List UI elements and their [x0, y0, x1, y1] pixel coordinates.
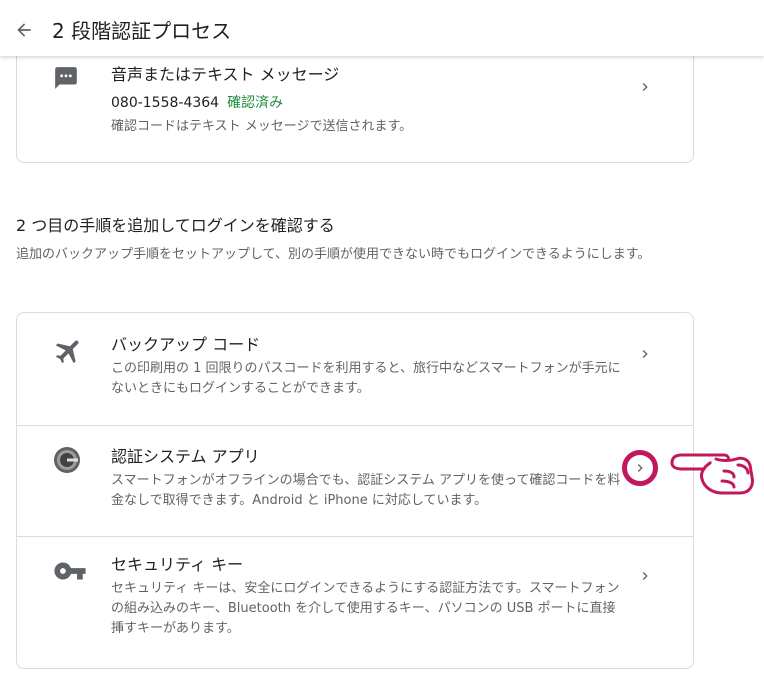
page-title: 2 段階認証プロセス	[52, 19, 232, 43]
phone-number: 080-1558-4364	[111, 95, 220, 111]
chevron-right-icon	[637, 464, 643, 472]
top-app-bar: 2 段階認証プロセス	[0, 0, 764, 56]
method-description: 確認コードはテキスト メッセージで送信されます。	[111, 119, 413, 134]
option-title: セキュリティ キー	[111, 555, 244, 574]
verified-status: 確認済み	[227, 95, 284, 111]
arrow-back-icon[interactable]	[14, 20, 34, 40]
option-title: 認証システム アプリ	[111, 447, 260, 466]
sms-method-row[interactable]: 音声またはテキスト メッセージ 080-1558-4364 確認済み 確認コードは…	[17, 41, 693, 162]
key-icon	[54, 562, 86, 580]
section-description: 追加のバックアップ手順をセットアップして、別の手順が使用できない時でもログインで…	[16, 247, 651, 262]
highlighted-chevron-button[interactable]	[622, 450, 658, 486]
current-method-card: 音声またはテキスト メッセージ 080-1558-4364 確認済み 確認コードは…	[16, 40, 694, 163]
method-title: 音声またはテキスト メッセージ	[111, 65, 340, 84]
second-step-options-card: バックアップ コード この印刷用の 1 回限りのパスコードを利用すると、旅行中な…	[16, 312, 694, 669]
authenticator-app-row[interactable]: 認証システム アプリ スマートフォンがオフラインの場合でも、認証システム アプリ…	[17, 426, 693, 536]
phone-line: 080-1558-4364 確認済み	[111, 92, 283, 112]
security-key-row[interactable]: セキュリティ キー セキュリティ キーは、安全にログインできるようにする認証方法…	[17, 537, 693, 668]
option-description: この印刷用の 1 回限りのパスコードを利用すると、旅行中などスマートフォンが手元…	[111, 361, 621, 396]
sms-icon	[55, 67, 77, 89]
backup-codes-row[interactable]: バックアップ コード この印刷用の 1 回限りのパスコードを利用すると、旅行中な…	[17, 313, 693, 425]
chevron-right-icon	[642, 572, 648, 580]
option-title: バックアップ コード	[111, 335, 261, 354]
pointing-hand-icon	[670, 453, 754, 495]
option-description: スマートフォンがオフラインの場合でも、認証システム アプリを使って確認コードを料…	[111, 473, 621, 508]
option-description: セキュリティ キーは、安全にログインできるようにする認証方法です。スマートフォン…	[111, 581, 620, 636]
airplane-icon	[55, 340, 79, 364]
section-title: 2 つ目の手順を追加してログインを確認する	[16, 216, 335, 235]
google-authenticator-icon	[54, 447, 80, 473]
chevron-right-icon	[642, 83, 648, 91]
chevron-right-icon	[642, 350, 648, 358]
